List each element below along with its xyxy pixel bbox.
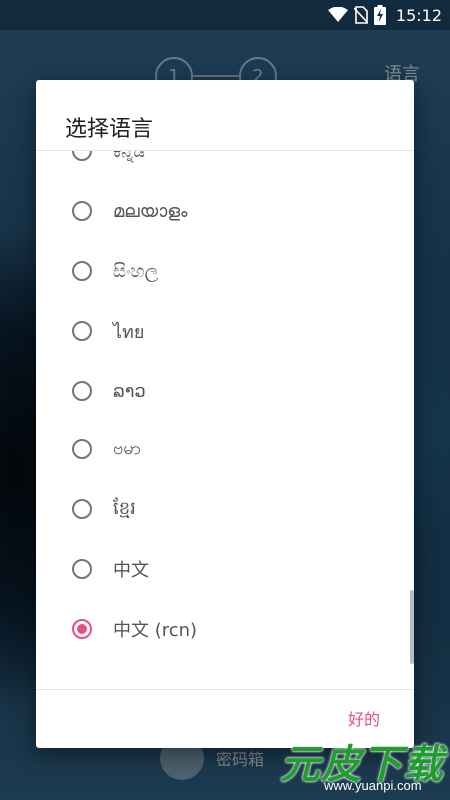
language-option[interactable]: ဗမာ — [36, 419, 406, 479]
language-list[interactable]: ಕನ್ನಡ മലയാളം සිංහල ไทย ລາວ ဗမာ ខ្មែរ 中文 — [36, 151, 414, 689]
language-label: 中文 — [113, 560, 149, 581]
watermark-url: www.yuanpi.com — [324, 778, 422, 793]
dialog-title: 选择语言 — [65, 117, 154, 142]
radio-button[interactable] — [72, 151, 92, 161]
language-option[interactable]: മലയാളം — [36, 181, 406, 241]
language-option[interactable]: 中文 — [36, 539, 406, 599]
language-label: ខ្មែរ — [113, 497, 136, 519]
watermark: 元皮下载 www.yuanpi.com — [262, 726, 450, 796]
divider — [36, 689, 414, 690]
radio-button[interactable] — [72, 499, 92, 519]
language-option[interactable]: ខ្មែរ — [36, 479, 406, 539]
language-dialog: 选择语言 ಕನ್ನಡ മലയാളം සිංහල ไทย ລາວ ဗမာ ខ្មែ… — [36, 80, 414, 748]
language-option[interactable]: සිංහල — [36, 241, 406, 301]
language-option-selected[interactable]: 中文 (rcn) — [36, 599, 406, 659]
language-label: සිංහල — [113, 260, 159, 282]
scrollbar[interactable] — [410, 590, 414, 664]
language-label: ဗမာ — [113, 437, 141, 459]
radio-button[interactable] — [72, 439, 92, 459]
radio-button[interactable] — [72, 261, 92, 281]
language-label: മലയാളം — [113, 200, 188, 222]
radio-button[interactable] — [72, 201, 92, 221]
language-option[interactable]: ಕನ್ನಡ — [36, 151, 406, 181]
radio-button[interactable] — [72, 559, 92, 579]
language-label: ಕನ್ನಡ — [113, 151, 146, 162]
status-bar: 15:12 — [0, 0, 450, 30]
language-label: ไทย — [113, 321, 145, 343]
status-time: 15:12 — [395, 5, 442, 25]
no-sim-icon — [353, 6, 368, 24]
wifi-icon — [327, 7, 348, 22]
radio-button[interactable] — [72, 321, 92, 341]
radio-button-checked[interactable] — [72, 619, 92, 639]
radio-button[interactable] — [72, 381, 92, 401]
battery-charging-icon — [373, 5, 386, 25]
language-option[interactable]: ລາວ — [36, 361, 406, 421]
language-label: 中文 (rcn) — [113, 620, 198, 641]
language-option[interactable]: ไทย — [36, 301, 406, 361]
language-label: ລາວ — [113, 380, 146, 402]
